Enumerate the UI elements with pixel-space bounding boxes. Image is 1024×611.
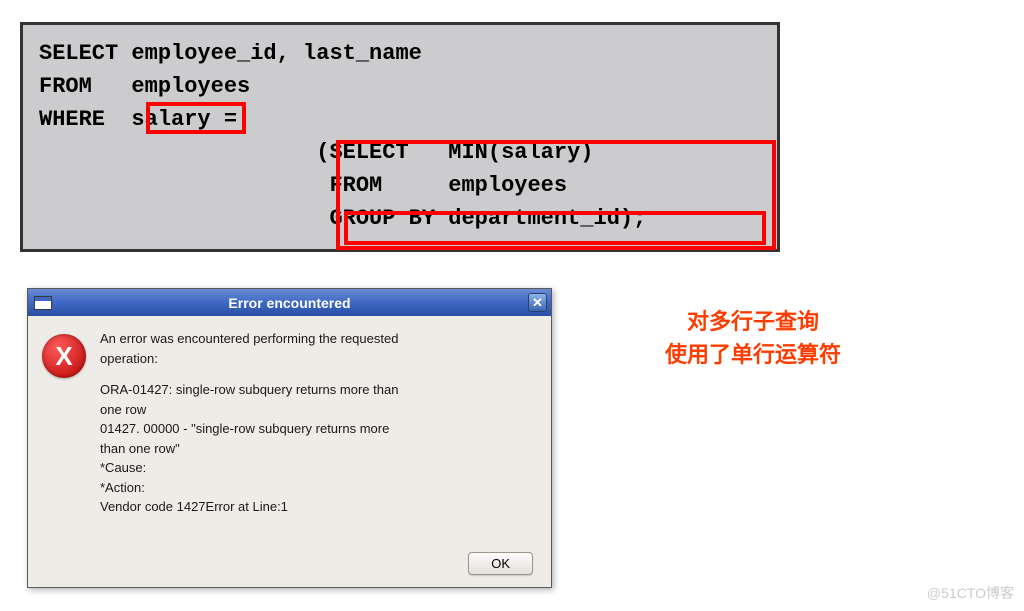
dialog-text: An error was encountered performing the … [100, 330, 398, 518]
window-icon [34, 296, 52, 310]
watermark: @51CTO博客 [927, 583, 1014, 603]
ok-button[interactable]: OK [468, 552, 533, 575]
action-line: *Action: [100, 479, 398, 497]
err-line-2: one row [100, 401, 398, 419]
error-dialog: Error encountered ✕ X An error was encou… [27, 288, 552, 588]
err-line-1: ORA-01427: single-row subquery returns m… [100, 381, 398, 399]
msg-line-2: operation: [100, 350, 398, 368]
annotation-line-2: 使用了单行运算符 [603, 338, 903, 371]
dialog-titlebar: Error encountered ✕ [28, 289, 551, 316]
dialog-body: X An error was encountered performing th… [28, 316, 551, 528]
vendor-line: Vendor code 1427Error at Line:1 [100, 498, 398, 516]
err-line-3: 01427. 00000 - "single-row subquery retu… [100, 420, 398, 438]
code-line-1: SELECT employee_id, last_name [39, 37, 761, 70]
error-icon: X [42, 334, 86, 378]
highlight-groupby [344, 211, 766, 245]
msg-line-1: An error was encountered performing the … [100, 330, 398, 348]
close-icon[interactable]: ✕ [528, 293, 547, 312]
sql-code-block: SELECT employee_id, last_name FROM emplo… [20, 22, 780, 252]
err-line-4: than one row" [100, 440, 398, 458]
annotation-text: 对多行子查询 使用了单行运算符 [603, 305, 903, 371]
dialog-title: Error encountered [228, 295, 350, 311]
annotation-line-1: 对多行子查询 [603, 305, 903, 338]
cause-line: *Cause: [100, 459, 398, 477]
code-line-2: FROM employees [39, 70, 761, 103]
dialog-buttons: OK [468, 552, 533, 575]
highlight-salary [146, 102, 246, 134]
